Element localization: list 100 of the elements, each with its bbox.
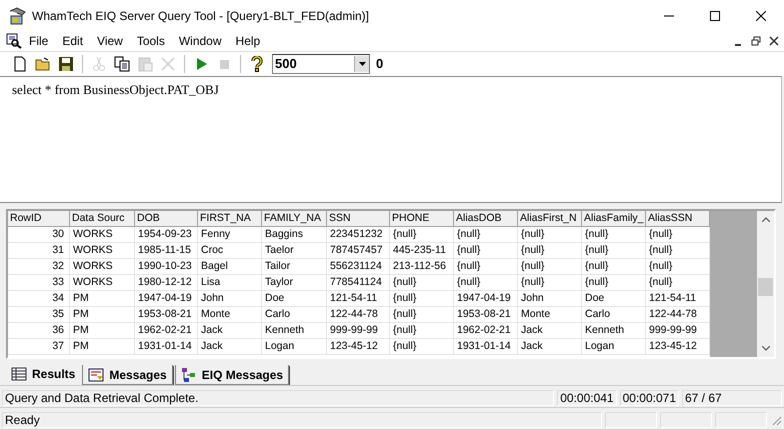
menu-item[interactable]: Window — [172, 32, 229, 50]
table-cell: Baggins — [262, 227, 327, 244]
maximize-icon — [710, 10, 720, 20]
table-cell: WORKS — [70, 227, 135, 244]
table-cell: Carlo — [582, 307, 646, 324]
tab[interactable]: Messages — [82, 365, 173, 386]
table-cell: {null} — [518, 243, 582, 260]
status-panel — [715, 412, 767, 428]
column-header[interactable]: AliasFamily_ — [582, 211, 646, 228]
table-cell: Logan — [582, 339, 646, 356]
table-cell: {null} — [390, 307, 454, 324]
app-icon — [8, 6, 26, 24]
table-cell: 1962-02-21 — [454, 323, 518, 340]
table-cell: {null} — [390, 275, 454, 292]
table-cell: 223451232 — [327, 227, 390, 244]
column-header[interactable]: Data Sourc — [70, 211, 135, 228]
clipboard-icon — [137, 56, 153, 72]
message-list-icon — [88, 366, 104, 383]
table-cell: PM — [70, 339, 135, 356]
document-search-icon[interactable] — [6, 32, 22, 49]
table-cell: 35 — [8, 307, 70, 324]
table-cell: Monte — [518, 307, 582, 324]
table-cell: PM — [70, 307, 135, 324]
row-count: 67 / 67 — [682, 390, 782, 406]
column-header[interactable]: FAMILY_NA — [262, 211, 327, 228]
table-cell: {null} — [582, 227, 646, 244]
column-header[interactable]: AliasDOB — [454, 211, 518, 228]
row-limit-dropdown[interactable]: 500 — [272, 54, 370, 74]
table-cell: 37 — [8, 339, 70, 356]
table-cell: {null} — [646, 243, 710, 260]
table-cell: Doe — [582, 291, 646, 308]
table-cell: 33 — [8, 275, 70, 292]
table-icon — [11, 366, 27, 382]
table-cell: {null} — [454, 259, 518, 276]
table-cell: 36 — [8, 323, 70, 340]
table-cell: Jack — [518, 323, 582, 340]
minimize-icon — [735, 44, 741, 46]
table-cell: 30 — [8, 227, 70, 244]
table-cell: 999-99-99 — [327, 323, 390, 340]
table-cell: {null} — [582, 259, 646, 276]
table-cell: 1947-04-19 — [135, 291, 198, 308]
table-cell: PM — [70, 323, 135, 340]
column-header[interactable]: AliasSSN — [646, 211, 710, 228]
column-header[interactable]: SSN — [327, 211, 390, 228]
table-cell: 123-45-12 — [327, 339, 390, 356]
flowchart-icon — [180, 366, 197, 383]
menu-item[interactable]: Edit — [55, 32, 90, 50]
table-cell: 999-99-99 — [646, 323, 710, 340]
folder-icon — [35, 56, 51, 72]
menu-item[interactable]: Help — [228, 32, 268, 50]
tab[interactable]: EIQ Messages — [174, 365, 290, 386]
menu-item[interactable]: View — [90, 32, 130, 50]
table-cell: WORKS — [70, 275, 135, 292]
table-cell: Jack — [198, 323, 262, 340]
table-cell: Taylor — [262, 275, 327, 292]
scrollbar-thumb[interactable] — [758, 278, 773, 296]
status-panel — [605, 412, 657, 428]
column-header[interactable]: FIRST_NA — [198, 211, 262, 228]
table-cell: 31 — [8, 243, 70, 260]
status-panel — [660, 412, 712, 428]
table-cell: Carlo — [262, 307, 327, 324]
table-cell: 787457457 — [327, 243, 390, 260]
column-header[interactable]: RowID — [8, 211, 70, 228]
menu-item[interactable]: Tools — [130, 32, 172, 50]
table-cell: PM — [70, 291, 135, 308]
table-cell: Croc — [198, 243, 262, 260]
delete-icon — [160, 56, 176, 72]
document-icon — [12, 56, 28, 72]
table-cell: 1962-02-21 — [135, 323, 198, 340]
elapsed-time: 00:00:041 — [557, 390, 617, 406]
table-cell: {null} — [390, 227, 454, 244]
table-cell: {null} — [454, 227, 518, 244]
table-cell: Tailor — [262, 259, 327, 276]
column-header[interactable]: PHONE — [390, 211, 454, 228]
column-header[interactable]: AliasFirst_N — [518, 211, 582, 228]
row-count-text: 0 — [376, 56, 384, 72]
table-cell: Jack — [518, 339, 582, 356]
query-editor[interactable]: select * from BusinessObject.PAT_OBJ — [0, 76, 782, 204]
table-cell: {null} — [390, 339, 454, 356]
table-cell: {null} — [390, 323, 454, 340]
table-cell: 1953-08-21 — [454, 307, 518, 324]
menu-item[interactable]: File — [22, 32, 56, 50]
table-cell: Doe — [262, 291, 327, 308]
table-cell: {null} — [646, 275, 710, 292]
copy-button[interactable] — [112, 54, 132, 74]
table-cell: Kenneth — [262, 323, 327, 340]
scissors-icon — [91, 56, 107, 72]
elapsed-time: 00:00:071 — [620, 390, 679, 406]
table-cell: 1990-10-23 — [135, 259, 198, 276]
dropdown-arrow-icon — [358, 62, 366, 66]
status-text: Ready — [2, 412, 602, 428]
vertical-scrollbar[interactable] — [757, 211, 774, 358]
table-cell: 1931-01-14 — [454, 339, 518, 356]
table-cell: {null} — [582, 275, 646, 292]
table-cell: Taelor — [262, 243, 327, 260]
table-cell: Jack — [198, 339, 262, 356]
status-message: Query and Data Retrieval Complete. — [2, 390, 554, 406]
column-header[interactable]: DOB — [135, 211, 198, 228]
scroll-down-icon — [762, 346, 770, 352]
table-cell: 1985-11-15 — [135, 243, 198, 260]
